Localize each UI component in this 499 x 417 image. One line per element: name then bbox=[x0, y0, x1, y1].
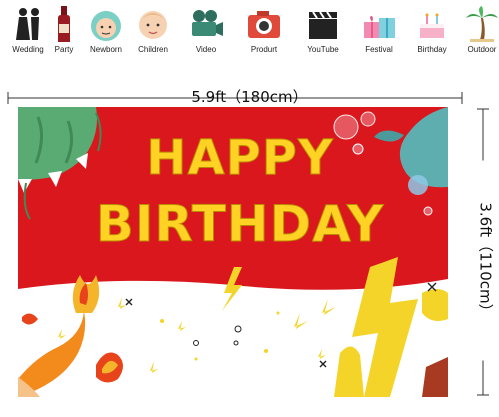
category-label: Produrt bbox=[250, 45, 278, 54]
birthday-cake-icon bbox=[420, 13, 444, 38]
palm-tree-icon bbox=[466, 6, 498, 42]
category-children[interactable]: Children bbox=[129, 4, 177, 60]
banner-title-line1: HAPPY bbox=[146, 130, 334, 187]
category-festival[interactable]: Festival bbox=[355, 4, 403, 60]
category-birthday[interactable]: Birthday bbox=[408, 4, 456, 60]
wine-bottle-icon bbox=[58, 6, 70, 42]
clapperboard-icon bbox=[309, 11, 337, 39]
category-label: Children bbox=[138, 45, 168, 54]
category-label: Video bbox=[195, 45, 217, 54]
category-icon-row: Wedding Party Newborn Children Video Pro… bbox=[0, 0, 499, 62]
width-dimension-label: 5.9ft（180cm） bbox=[191, 88, 308, 106]
gift-box-icon bbox=[364, 16, 395, 38]
category-produrt[interactable]: Produrt bbox=[240, 4, 288, 60]
category-outdoor[interactable]: Outdoor bbox=[458, 4, 499, 60]
banner-title-line2: BIRTHDAY bbox=[95, 195, 385, 254]
category-label: Outdoor bbox=[467, 45, 497, 54]
height-dimension-label: 3.6ft（110cm） bbox=[475, 160, 497, 361]
child-face-icon bbox=[139, 11, 167, 39]
category-label: Festival bbox=[365, 45, 393, 54]
baby-face-icon bbox=[91, 11, 121, 41]
category-video[interactable]: Video bbox=[182, 4, 230, 60]
film-camera-icon bbox=[192, 10, 223, 36]
category-label: YouTube bbox=[307, 45, 339, 54]
photo-camera-icon bbox=[248, 11, 280, 38]
category-youtube[interactable]: YouTube bbox=[299, 4, 347, 60]
